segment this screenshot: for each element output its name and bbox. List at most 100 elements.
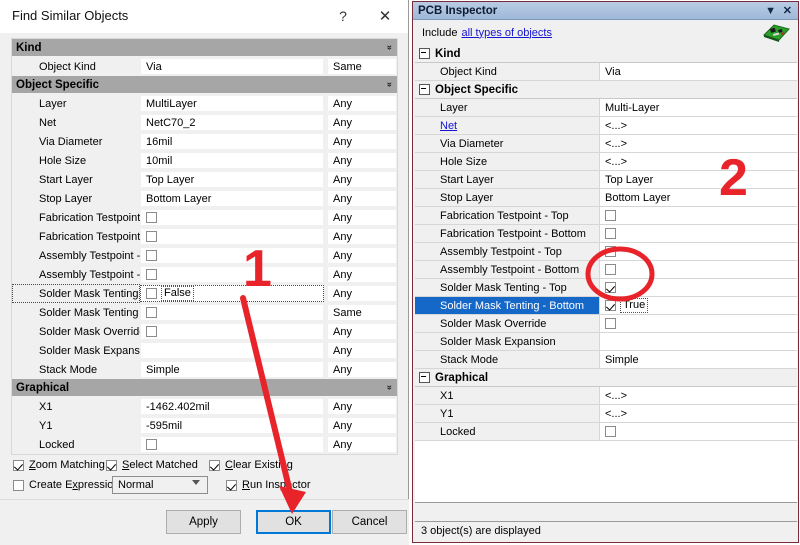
inspector-row[interactable]: Start Layer Top Layer (415, 171, 797, 189)
chevron-double-down-icon[interactable]: » (382, 385, 397, 390)
row-value[interactable]: Top Layer (140, 171, 324, 188)
table-row[interactable]: X1 -1462.402mil Any (12, 397, 397, 416)
inspector-row-value[interactable] (600, 333, 797, 350)
inspector-row-value[interactable]: <...> (600, 117, 797, 134)
row-value[interactable] (140, 323, 324, 340)
match-mode-cell[interactable]: Any (327, 323, 397, 340)
checkbox-icon[interactable] (605, 300, 616, 311)
table-row[interactable]: Net NetC70_2 Any (12, 113, 397, 132)
table-row[interactable]: Via Diameter 16mil Any (12, 132, 397, 151)
inspector-row[interactable]: Assembly Testpoint - Bottom (415, 261, 797, 279)
inspector-row[interactable]: Solder Mask Tenting - Bottom True (415, 297, 797, 315)
match-mode-cell[interactable]: Any (327, 342, 397, 359)
row-value[interactable]: MultiLayer (140, 95, 324, 112)
checkbox-icon[interactable] (146, 212, 157, 223)
table-row[interactable]: Solder Mask Tenting - T False Any (12, 284, 397, 303)
inspector-row-value[interactable]: Simple (600, 351, 797, 368)
inspector-row[interactable]: Fabrication Testpoint - Bottom (415, 225, 797, 243)
table-row[interactable]: Fabrication Testpoint - T Any (12, 208, 397, 227)
table-row[interactable]: Stack Mode Simple Any (12, 360, 397, 379)
group-header-object-specific[interactable]: Object Specific » (12, 76, 397, 94)
chevron-down-icon[interactable]: ▼ (765, 2, 776, 19)
checkbox-icon[interactable] (605, 210, 616, 221)
inspector-row-value[interactable] (600, 207, 797, 224)
row-value[interactable] (140, 209, 324, 226)
select-matched-checkbox[interactable]: Select Matched (106, 459, 209, 471)
inspector-row-value[interactable]: <...> (600, 153, 797, 170)
match-mode-cell[interactable]: Any (327, 133, 397, 150)
match-mode-cell[interactable]: Any (327, 417, 397, 434)
checkbox-icon[interactable] (605, 228, 616, 239)
inspector-row[interactable]: Solder Mask Expansion (415, 333, 797, 351)
table-row[interactable]: Hole Size 10mil Any (12, 151, 397, 170)
match-mode-cell[interactable]: Any (327, 361, 397, 378)
row-value[interactable]: False (140, 285, 324, 302)
inspector-row-value[interactable]: <...> (600, 135, 797, 152)
include-types-link[interactable]: all types of objects (461, 27, 552, 39)
match-mode-cell[interactable]: Any (327, 171, 397, 188)
checkbox-icon[interactable] (605, 318, 616, 329)
table-row[interactable]: Object Kind Via Same (12, 57, 397, 76)
table-row[interactable]: Locked Any (12, 435, 397, 454)
table-row[interactable]: Fabrication Testpoint - B Any (12, 227, 397, 246)
match-mode-select[interactable]: Normal (112, 476, 208, 494)
inspector-row-value[interactable]: Top Layer (600, 171, 797, 188)
match-mode-cell[interactable]: Any (327, 114, 397, 131)
inspector-row[interactable]: Stop Layer Bottom Layer (415, 189, 797, 207)
inspector-row[interactable]: Assembly Testpoint - Top (415, 243, 797, 261)
inspector-row[interactable]: Fabrication Testpoint - Top (415, 207, 797, 225)
inspector-row-value[interactable]: Via (600, 63, 797, 80)
checkbox-icon[interactable] (146, 231, 157, 242)
row-value[interactable] (140, 304, 324, 321)
net-link[interactable]: Net (440, 120, 457, 132)
inspector-row[interactable]: Solder Mask Override (415, 315, 797, 333)
row-value[interactable] (140, 228, 324, 245)
inspector-row-value[interactable]: True (600, 297, 797, 314)
inspector-row-value[interactable]: <...> (600, 387, 797, 404)
checkbox-icon[interactable] (605, 426, 616, 437)
checkbox-icon[interactable] (605, 264, 616, 275)
table-row[interactable]: Y1 -595mil Any (12, 416, 397, 435)
row-value[interactable]: Simple (140, 361, 324, 378)
match-mode-cell[interactable]: Any (327, 190, 397, 207)
chevron-double-down-icon[interactable]: » (382, 82, 397, 87)
ok-button[interactable]: OK (256, 510, 331, 534)
table-row[interactable]: Solder Mask Expansion Any (12, 341, 397, 360)
checkbox-icon[interactable] (146, 439, 157, 450)
match-mode-cell[interactable]: Any (327, 209, 397, 226)
row-value[interactable]: -595mil (140, 417, 324, 434)
row-value[interactable]: NetC70_2 (140, 114, 324, 131)
match-mode-cell[interactable]: Same (327, 58, 397, 75)
value-editor[interactable]: False (161, 286, 194, 301)
collapse-minus-icon[interactable] (419, 372, 430, 383)
row-value[interactable] (140, 266, 324, 283)
checkbox-icon[interactable] (146, 250, 157, 261)
apply-button[interactable]: Apply (166, 510, 241, 534)
inspector-row-label[interactable]: Net (415, 117, 600, 134)
inspector-row-value[interactable] (600, 315, 797, 332)
row-value[interactable]: Bottom Layer (140, 190, 324, 207)
match-mode-cell[interactable]: Any (327, 95, 397, 112)
inspector-row-value[interactable]: Multi-Layer (600, 99, 797, 116)
inspector-row[interactable]: Net <...> (415, 117, 797, 135)
checkbox-icon[interactable] (146, 326, 157, 337)
checkbox-icon[interactable] (146, 307, 157, 318)
match-mode-cell[interactable]: Any (327, 436, 397, 453)
inspector-row[interactable]: Via Diameter <...> (415, 135, 797, 153)
cancel-button[interactable]: Cancel (332, 510, 407, 534)
inspector-row-value[interactable]: Bottom Layer (600, 189, 797, 206)
match-mode-cell[interactable]: Any (327, 266, 397, 283)
checkbox-icon[interactable] (146, 288, 157, 299)
value-editor[interactable]: True (620, 298, 649, 313)
row-value[interactable] (140, 342, 324, 359)
collapse-minus-icon[interactable] (419, 48, 430, 59)
clear-existing-checkbox[interactable]: Clear Existing (209, 459, 293, 471)
row-value[interactable] (140, 247, 324, 264)
inspector-row[interactable]: Y1 <...> (415, 405, 797, 423)
inspector-row[interactable]: Layer Multi-Layer (415, 99, 797, 117)
run-inspector-checkbox[interactable]: Run Inspector (226, 479, 311, 491)
create-expression-checkbox[interactable]: Create Expression (13, 479, 120, 491)
table-row[interactable]: Solder Mask Tenting - B Same (12, 303, 397, 322)
inspector-row-value[interactable] (600, 423, 797, 440)
inspector-row[interactable]: Stack Mode Simple (415, 351, 797, 369)
